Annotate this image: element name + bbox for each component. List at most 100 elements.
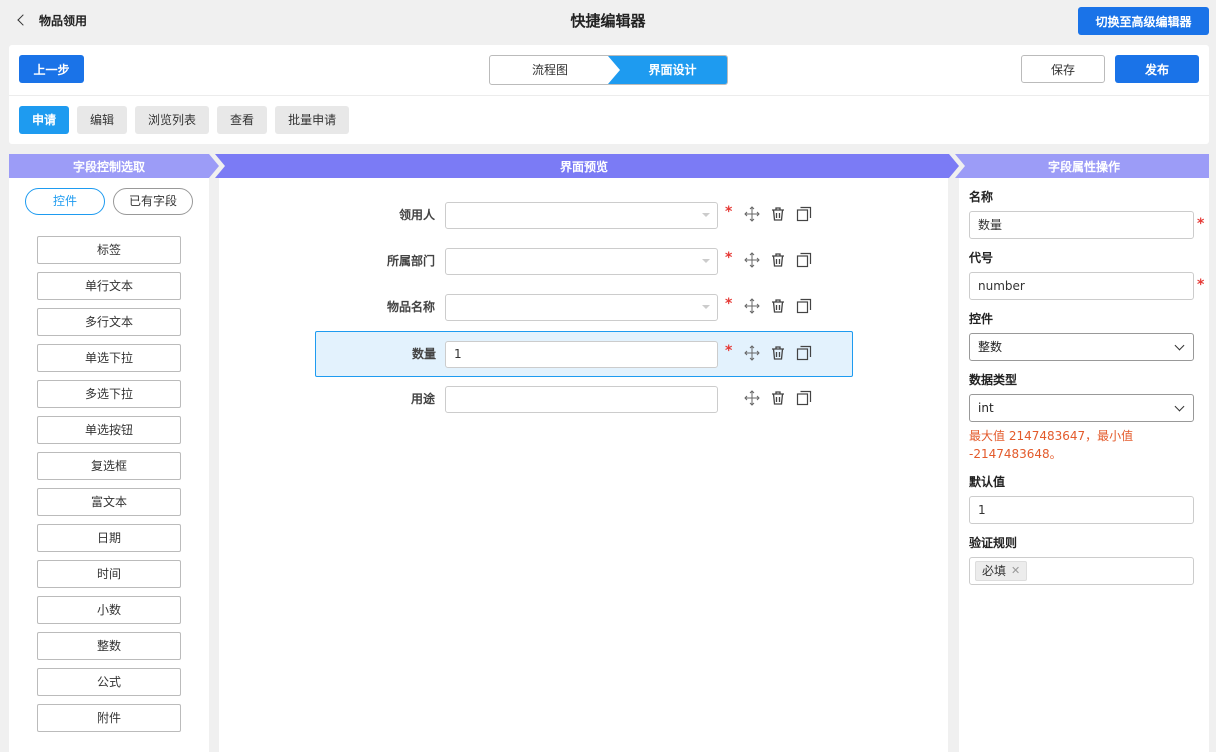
tab-batch-apply[interactable]: 批量申请	[275, 106, 350, 134]
control-item-multi-select[interactable]: 多选下拉	[37, 380, 181, 408]
control-item-rich-text[interactable]: 富文本	[37, 488, 181, 516]
control-item-radio[interactable]: 单选按钮	[37, 416, 181, 444]
field-label: 领用人	[398, 208, 435, 222]
control-item-multi-text[interactable]: 多行文本	[37, 308, 181, 336]
validation-tag: 必填 ✕	[975, 561, 1028, 581]
form-row[interactable]: 用途	[315, 376, 853, 422]
property-name-input[interactable]: 数量	[969, 211, 1194, 239]
delete-icon[interactable]	[770, 252, 786, 268]
copy-icon[interactable]	[796, 252, 812, 268]
control-item-date[interactable]: 日期	[37, 524, 181, 552]
chevron-down-icon	[1174, 401, 1185, 412]
step-ui-design[interactable]: 界面设计	[608, 56, 727, 84]
property-code-label: 代号	[969, 251, 994, 265]
required-mark: *	[725, 250, 733, 266]
move-icon[interactable]	[744, 345, 760, 361]
segment-controls[interactable]: 控件	[25, 188, 105, 215]
copy-icon[interactable]	[796, 390, 812, 406]
tab-edit[interactable]: 编辑	[77, 106, 128, 134]
switch-advanced-editor-button[interactable]: 切换至高级编辑器	[1078, 7, 1209, 35]
section-title-properties: 字段属性操作	[1047, 160, 1120, 174]
section-title-field-select: 字段控制选取	[72, 160, 145, 174]
previous-step-button[interactable]: 上一步	[19, 55, 84, 83]
validation-tag-label: 必填	[982, 564, 1007, 578]
step-indicator: 流程图 界面设计	[489, 55, 728, 85]
control-item-label[interactable]: 标签	[37, 236, 181, 264]
close-icon[interactable]: ✕	[1011, 562, 1020, 580]
property-control-label: 控件	[969, 312, 994, 326]
field-select-department[interactable]	[445, 248, 718, 275]
control-item-checkbox[interactable]: 复选框	[37, 452, 181, 480]
form-row-selected[interactable]: 数量 1 *	[315, 331, 853, 377]
back-link[interactable]: 物品领用	[16, 9, 87, 31]
delete-icon[interactable]	[770, 298, 786, 314]
row-actions	[744, 390, 812, 406]
field-label: 物品名称	[386, 300, 435, 314]
preview-panel: 领用人 * 所属部门 * 物品名称 * 数量 1 * 用途	[219, 178, 948, 752]
control-item-single-text[interactable]: 单行文本	[37, 272, 181, 300]
form-row[interactable]: 物品名称 *	[315, 284, 853, 330]
view-tabs: 申请 编辑 浏览列表 查看 批量申请	[19, 106, 350, 134]
control-item-time[interactable]: 时间	[37, 560, 181, 588]
move-icon[interactable]	[744, 206, 760, 222]
app-header: 物品领用 快捷编辑器 切换至高级编辑器	[0, 0, 1216, 40]
move-icon[interactable]	[744, 390, 760, 406]
property-validation-input[interactable]: 必填 ✕	[969, 557, 1194, 585]
tab-apply[interactable]: 申请	[19, 106, 70, 134]
copy-icon[interactable]	[796, 206, 812, 222]
delete-icon[interactable]	[770, 345, 786, 361]
field-label: 数量	[411, 347, 436, 361]
property-datatype-select[interactable]: int	[969, 394, 1194, 422]
copy-icon[interactable]	[796, 298, 812, 314]
row-actions	[744, 345, 812, 361]
required-mark: *	[1197, 277, 1205, 293]
field-select-recipient[interactable]	[445, 202, 718, 229]
control-item-formula[interactable]: 公式	[37, 668, 181, 696]
tab-browse-list[interactable]: 浏览列表	[135, 106, 210, 134]
field-input-purpose[interactable]	[445, 386, 718, 413]
field-input-quantity[interactable]: 1	[445, 341, 718, 368]
back-label: 物品领用	[39, 13, 88, 28]
step-flowchart[interactable]: 流程图	[490, 56, 610, 84]
copy-icon[interactable]	[796, 345, 812, 361]
tab-view[interactable]: 查看	[217, 106, 268, 134]
toolbar: 上一步 流程图 界面设计 保存 发布 申请 编辑 浏览列表 查看 批量申请	[9, 45, 1209, 144]
segment-existing-fields[interactable]: 已有字段	[113, 188, 193, 215]
property-default-input[interactable]: 1	[969, 496, 1194, 524]
property-control-value: 整数	[978, 340, 1003, 354]
move-icon[interactable]	[744, 298, 760, 314]
chevron-left-icon	[17, 14, 29, 26]
property-validation-label: 验证规则	[969, 536, 1018, 550]
required-mark: *	[725, 343, 733, 359]
section-banner: 字段控制选取 界面预览 字段属性操作	[9, 154, 1209, 178]
page-title: 快捷编辑器	[570, 12, 646, 30]
field-label: 用途	[410, 392, 435, 406]
control-list: 标签 单行文本 多行文本 单选下拉 多选下拉 单选按钮 复选框 富文本 日期 时…	[37, 236, 181, 740]
form-row[interactable]: 领用人 *	[315, 192, 853, 238]
control-item-attachment[interactable]: 附件	[37, 704, 181, 732]
field-label: 所属部门	[386, 254, 435, 268]
property-name-label: 名称	[969, 190, 994, 204]
delete-icon[interactable]	[770, 206, 786, 222]
move-icon[interactable]	[744, 252, 760, 268]
control-item-single-select[interactable]: 单选下拉	[37, 344, 181, 372]
publish-button[interactable]: 发布	[1115, 55, 1199, 83]
row-actions	[744, 298, 812, 314]
save-button[interactable]: 保存	[1021, 55, 1105, 83]
section-title-preview: 界面预览	[559, 160, 608, 174]
delete-icon[interactable]	[770, 390, 786, 406]
range-hint: 最大值 2147483647，最小值 -2147483648。	[969, 429, 1134, 461]
required-mark: *	[725, 204, 733, 220]
required-mark: *	[1197, 216, 1205, 232]
control-item-decimal[interactable]: 小数	[37, 596, 181, 624]
field-properties-panel: 名称 数量 * 代号 number * 控件 整数 数据类型 int 最大值 2…	[959, 178, 1209, 752]
property-control-select[interactable]: 整数	[969, 333, 1194, 361]
property-code-input[interactable]: number	[969, 272, 1194, 300]
property-datatype-value: int	[978, 401, 994, 415]
property-datatype-label: 数据类型	[969, 373, 1018, 387]
control-item-integer[interactable]: 整数	[37, 632, 181, 660]
chevron-down-icon	[1174, 340, 1185, 351]
form-row[interactable]: 所属部门 *	[315, 238, 853, 284]
required-mark: *	[725, 296, 733, 312]
field-select-item-name[interactable]	[445, 294, 718, 321]
